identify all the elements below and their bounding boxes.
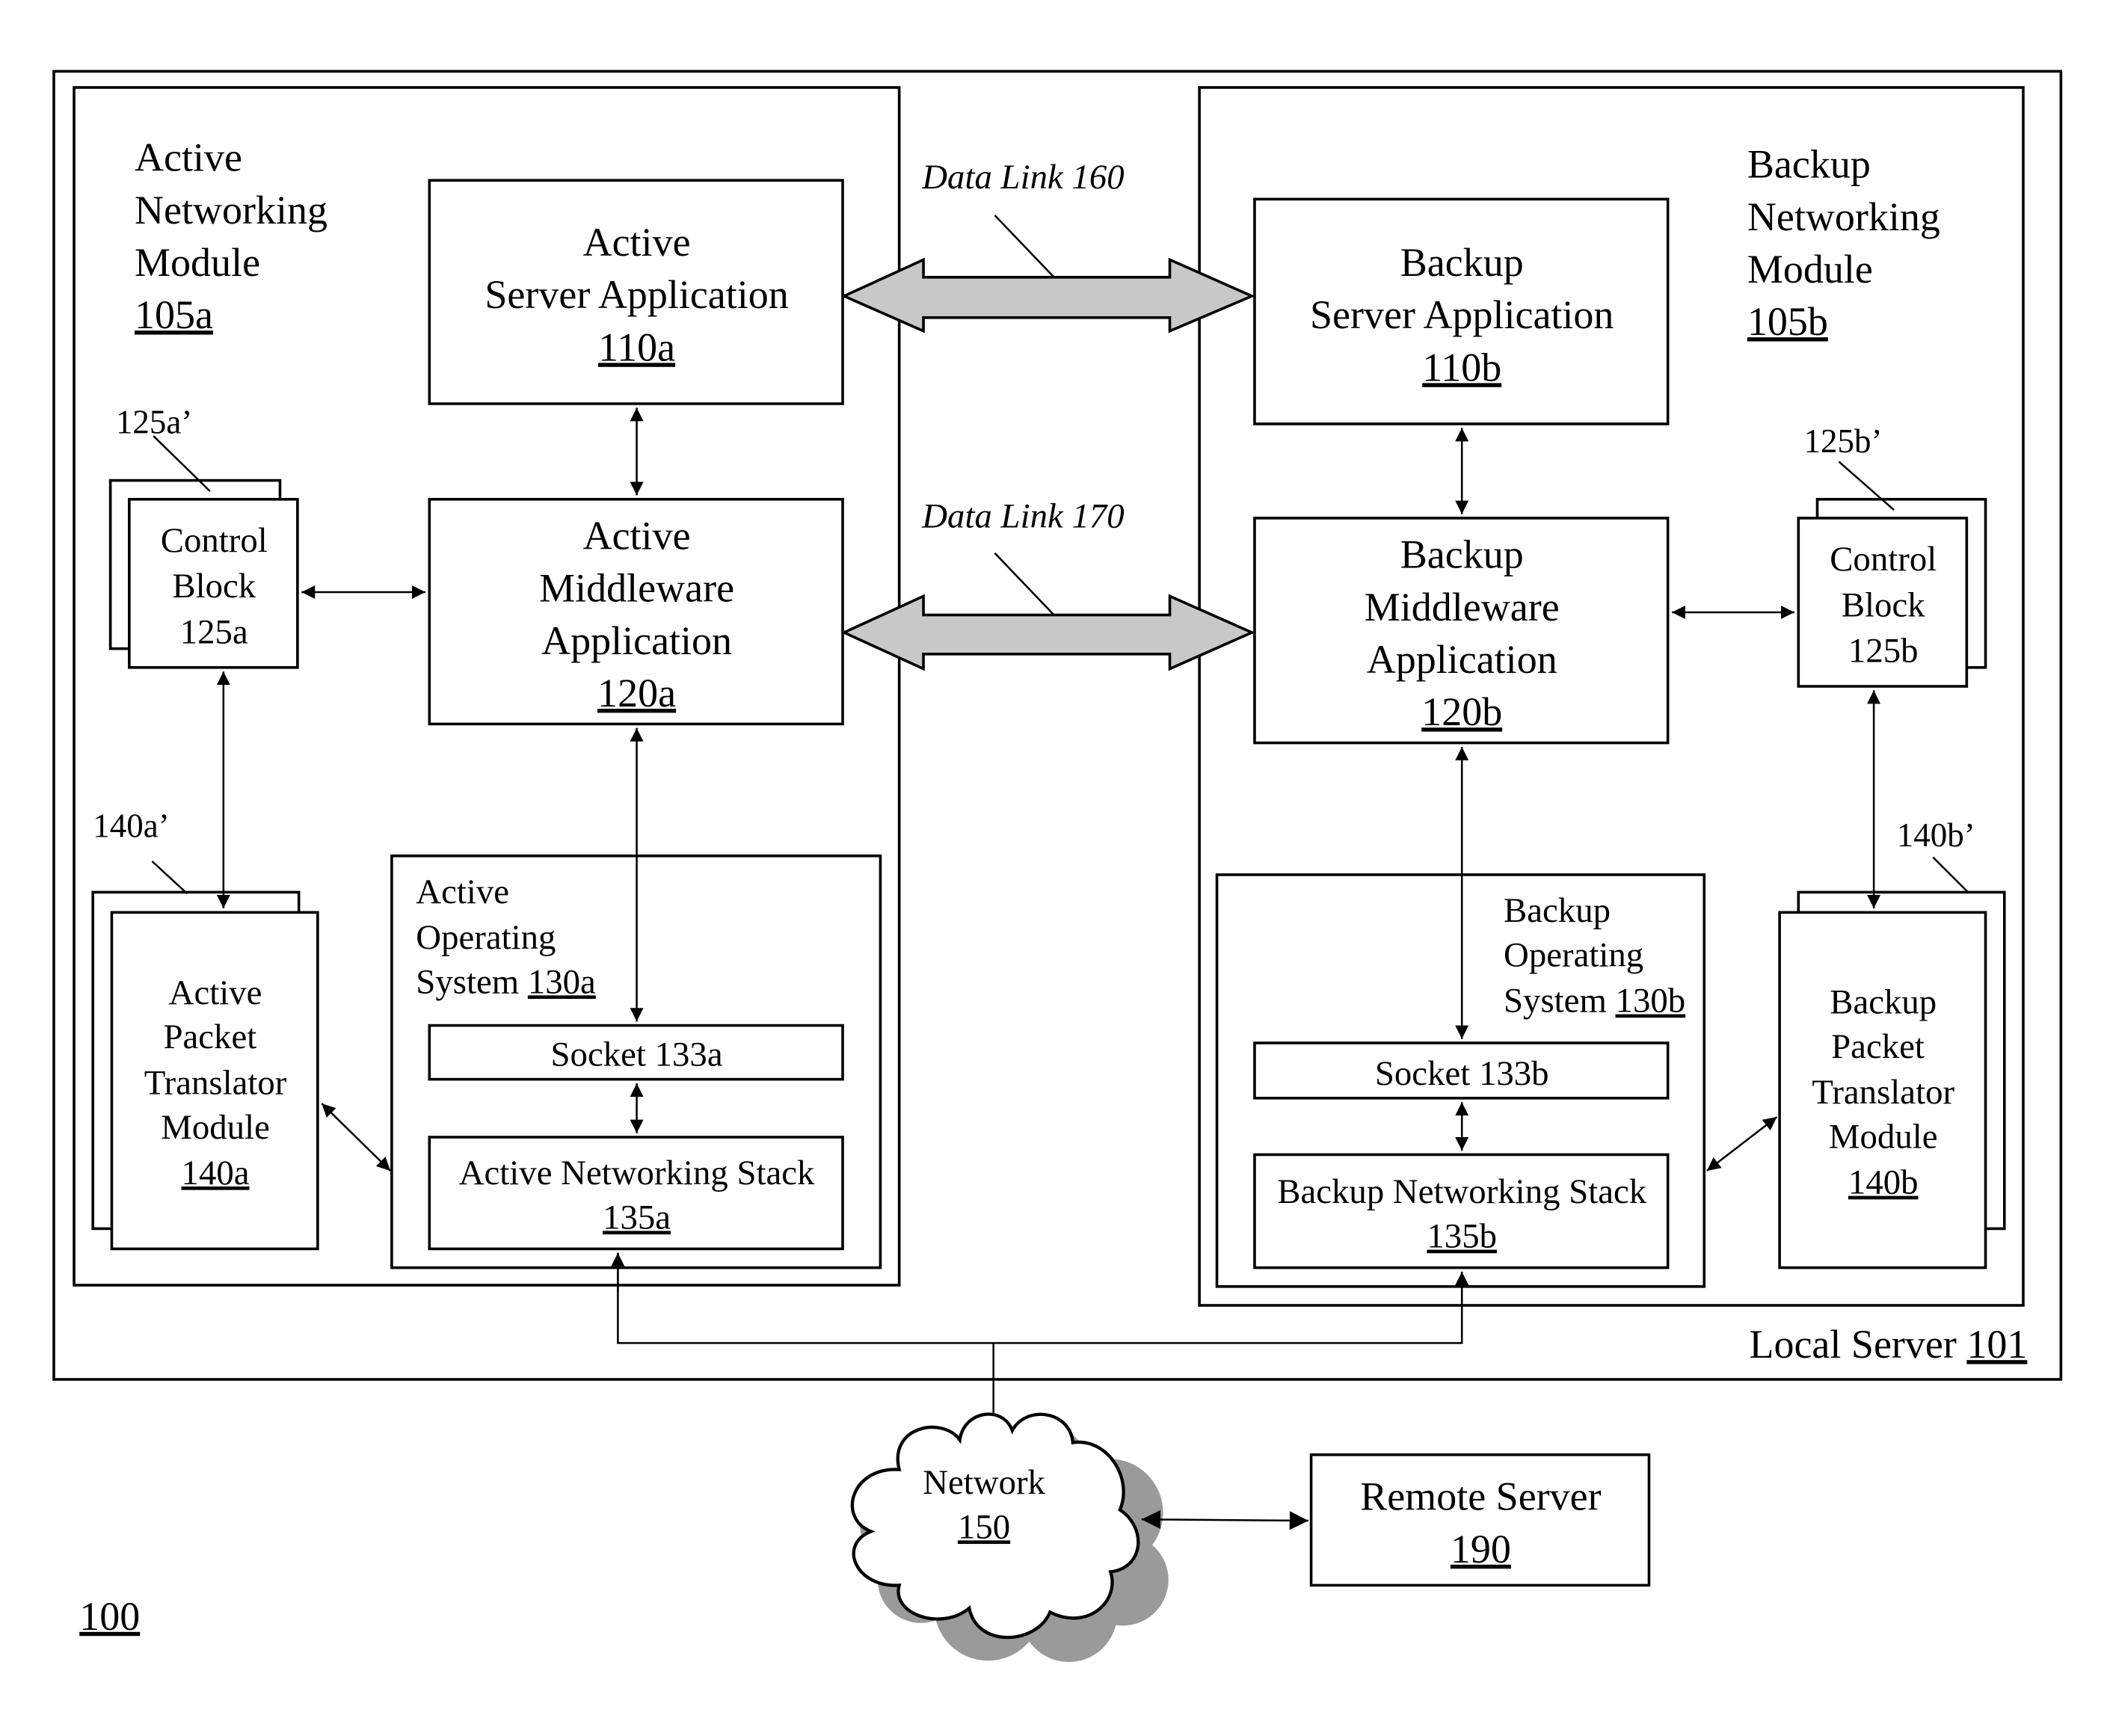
data-link-160[interactable]: Data Link 160 xyxy=(840,158,1255,333)
svg-text:110a: 110a xyxy=(598,324,675,369)
svg-text:125b: 125b xyxy=(1848,632,1919,671)
svg-text:125b’: 125b’ xyxy=(1804,422,1883,460)
svg-text:Application: Application xyxy=(1367,637,1557,682)
svg-text:Block: Block xyxy=(172,567,256,606)
svg-text:Socket 133a: Socket 133a xyxy=(551,1035,723,1074)
svg-text:Packet: Packet xyxy=(163,1018,256,1056)
svg-text:Server Application: Server Application xyxy=(1310,292,1614,337)
backup-module-label: Backup Networking Module 105b xyxy=(1747,142,1940,345)
svg-text:Local Server 101: Local Server 101 xyxy=(1749,1322,2027,1367)
svg-text:Active: Active xyxy=(583,220,691,265)
svg-text:Active: Active xyxy=(169,973,262,1012)
svg-text:System 130a: System 130a xyxy=(416,962,596,1001)
control-block-125b[interactable]: Control Block 125b xyxy=(1797,498,1987,688)
svg-text:105a: 105a xyxy=(135,292,213,337)
svg-text:Control: Control xyxy=(161,521,268,560)
svg-text:Block: Block xyxy=(1842,585,1925,624)
svg-text:Module: Module xyxy=(161,1108,270,1147)
svg-text:Data Link 160: Data Link 160 xyxy=(921,158,1124,197)
active-middleware-application[interactable]: Active Middleware Application 120a xyxy=(428,498,844,726)
data-link-170[interactable]: Data Link 170 xyxy=(840,497,1255,671)
svg-text:Application: Application xyxy=(541,618,732,663)
svg-text:Networking: Networking xyxy=(1747,194,1940,239)
svg-text:Active: Active xyxy=(583,513,691,558)
svg-text:Operating: Operating xyxy=(416,918,556,957)
svg-text:140a’: 140a’ xyxy=(93,807,169,845)
control-block-125a-copy-label: 125a’ xyxy=(116,404,211,492)
svg-text:Networking: Networking xyxy=(135,188,327,233)
svg-text:135a: 135a xyxy=(603,1198,671,1237)
active-server-application[interactable]: Active Server Application 110a xyxy=(428,179,844,405)
svg-text:Data Link 170: Data Link 170 xyxy=(921,497,1124,536)
svg-text:140a: 140a xyxy=(182,1154,250,1192)
svg-text:140b’: 140b’ xyxy=(1897,816,1975,854)
network-cloud[interactable]: Network 150 xyxy=(850,1412,1169,1662)
svg-text:Control: Control xyxy=(1830,540,1937,579)
svg-text:Active: Active xyxy=(135,135,242,180)
arrow-translator-os-b xyxy=(1706,1116,1778,1172)
backup-server-application[interactable]: Backup Server Application 110b xyxy=(1253,197,1670,425)
svg-text:Backup Networking Stack: Backup Networking Stack xyxy=(1277,1172,1647,1211)
svg-text:Module: Module xyxy=(1747,247,1873,292)
control-block-125b-copy-label: 125b’ xyxy=(1804,422,1895,511)
svg-text:Backup: Backup xyxy=(1830,982,1937,1021)
socket-133b[interactable]: Socket 133b xyxy=(1253,1041,1670,1100)
svg-text:Backup: Backup xyxy=(1747,142,1871,187)
svg-text:Module: Module xyxy=(135,240,260,285)
active-packet-translator-module[interactable]: Active Packet Translator Module 140a xyxy=(91,890,319,1251)
svg-text:125a: 125a xyxy=(180,612,248,651)
svg-text:120b: 120b xyxy=(1421,689,1502,734)
svg-text:120a: 120a xyxy=(597,671,676,715)
svg-text:Translator: Translator xyxy=(1812,1073,1954,1112)
backup-networking-stack[interactable]: Backup Networking Stack 135b xyxy=(1253,1153,1670,1269)
svg-text:Translator: Translator xyxy=(144,1063,287,1102)
svg-text:Network: Network xyxy=(923,1463,1045,1502)
svg-text:Active: Active xyxy=(416,872,509,911)
svg-text:Middleware: Middleware xyxy=(1365,585,1560,630)
remote-server[interactable]: Remote Server 190 xyxy=(1309,1453,1651,1587)
packet-translator-140b-copy-label: 140b’ xyxy=(1897,816,1975,893)
svg-text:Packet: Packet xyxy=(1831,1027,1925,1066)
svg-text:135b: 135b xyxy=(1427,1217,1497,1256)
backup-middleware-application[interactable]: Backup Middleware Application 120b xyxy=(1253,517,1670,745)
svg-text:125a’: 125a’ xyxy=(116,404,192,441)
arrow-network-remote xyxy=(1141,1509,1308,1530)
local-server-label: Local Server 101 xyxy=(1749,1322,2027,1367)
svg-text:Backup: Backup xyxy=(1504,891,1611,930)
svg-text:Server Application: Server Application xyxy=(485,272,788,317)
svg-text:105b: 105b xyxy=(1747,299,1828,344)
socket-133a[interactable]: Socket 133a xyxy=(428,1024,844,1081)
svg-text:190: 190 xyxy=(1451,1527,1511,1572)
packet-translator-140a-copy-label: 140a’ xyxy=(93,807,188,895)
svg-text:Socket 133b: Socket 133b xyxy=(1375,1054,1549,1093)
svg-text:150: 150 xyxy=(958,1507,1010,1546)
svg-text:Operating: Operating xyxy=(1504,935,1643,974)
control-block-125a[interactable]: Control Block 125a xyxy=(108,478,299,669)
svg-text:System 130b: System 130b xyxy=(1504,982,1685,1021)
svg-text:Backup: Backup xyxy=(1400,240,1524,285)
svg-text:Middleware: Middleware xyxy=(539,566,734,611)
svg-text:140b: 140b xyxy=(1848,1163,1919,1202)
svg-text:110b: 110b xyxy=(1422,345,1501,390)
svg-text:Backup: Backup xyxy=(1400,532,1524,577)
active-networking-stack[interactable]: Active Networking Stack 135a xyxy=(428,1136,844,1251)
backup-packet-translator-module[interactable]: Backup Packet Translator Module 140b xyxy=(1778,890,2006,1269)
arrow-translator-os-a xyxy=(321,1103,391,1172)
svg-text:Remote Server: Remote Server xyxy=(1360,1474,1601,1519)
svg-text:Module: Module xyxy=(1829,1117,1938,1156)
active-module-label: Active Networking Module 105a xyxy=(135,135,327,338)
figure-reference: 100 xyxy=(79,1594,140,1639)
svg-text:Active Networking Stack: Active Networking Stack xyxy=(459,1154,815,1192)
system-diagram: Local Server 101 Active Networking Modul… xyxy=(52,70,2063,1662)
